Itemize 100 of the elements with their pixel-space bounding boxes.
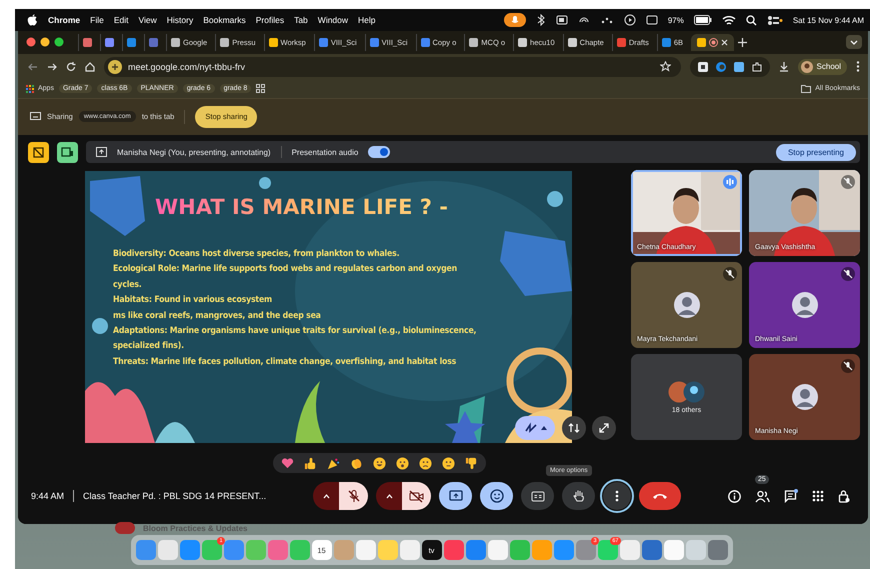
heart-reaction-icon[interactable]: [280, 456, 294, 470]
recording-icon: [709, 38, 718, 47]
app-menu[interactable]: Chrome: [48, 15, 80, 25]
close-icon[interactable]: [721, 38, 728, 46]
sad-reaction-icon[interactable]: [418, 456, 432, 470]
menu-item[interactable]: History: [166, 15, 194, 25]
avatar-icon: [674, 292, 700, 318]
thinking-reaction-icon[interactable]: [442, 456, 454, 470]
profile-button[interactable]: School: [798, 58, 847, 75]
lock-icon[interactable]: [838, 489, 850, 503]
menu-item[interactable]: View: [138, 15, 157, 25]
battery-icon[interactable]: [694, 15, 712, 25]
microphone-icon[interactable]: [504, 13, 526, 27]
captions-button[interactable]: [521, 482, 554, 510]
avatar-icon: [792, 292, 818, 318]
folder-icon: [801, 84, 812, 93]
forward-icon[interactable]: [47, 62, 57, 72]
menu-item[interactable]: Window: [318, 15, 348, 25]
present-icon: [96, 147, 107, 157]
site-info-icon[interactable]: [108, 60, 122, 74]
bluetooth-icon[interactable]: [536, 14, 546, 26]
surprised-reaction-icon[interactable]: [396, 456, 408, 470]
end-call-button[interactable]: [639, 482, 682, 510]
microphone-button[interactable]: [339, 482, 368, 510]
caret-icon: [386, 494, 393, 498]
reload-icon[interactable]: [66, 62, 76, 72]
avatars-icon: [668, 380, 706, 402]
thumbs-down-reaction-icon[interactable]: [464, 456, 478, 470]
slide-text: Ecological Role: Marine life supports food webs and regulates carbon and oxygen cycles.: [113, 263, 458, 292]
extension-icon[interactable]: [698, 62, 708, 72]
phone-icon: [652, 492, 668, 500]
scribble-icon: [524, 421, 538, 435]
keyboard-icon[interactable]: [646, 14, 658, 26]
microphone-off-icon: [346, 489, 361, 503]
slide-text: Threats: Marine life faces pollution, climate change, overfishing, and habitat loss: [113, 356, 458, 369]
more-options-button[interactable]: [603, 482, 632, 510]
avatar-icon: [792, 384, 818, 410]
raise-hand-button[interactable]: [562, 482, 596, 510]
wifi-icon[interactable]: [722, 14, 736, 26]
captions-icon: [530, 490, 545, 502]
menu-item[interactable]: Help: [358, 15, 376, 25]
grid-icon[interactable]: [256, 84, 266, 94]
device-button[interactable]: [57, 142, 78, 162]
menu-item[interactable]: Edit: [114, 15, 128, 25]
laugh-reaction-icon[interactable]: [372, 456, 386, 470]
download-icon[interactable]: [778, 62, 789, 72]
speaking-icon: [723, 175, 737, 189]
apple-logo-icon[interactable]: [27, 14, 38, 26]
camera-off-icon: [409, 490, 424, 502]
caret-icon: [322, 494, 330, 498]
fullscreen-button[interactable]: [592, 416, 616, 440]
audio-options-button[interactable]: [313, 482, 340, 510]
slide-text: ms like coral reefs, mangroves, and the deep sea: [113, 310, 322, 323]
audio-toggle[interactable]: [368, 146, 390, 158]
present-icon: [448, 490, 463, 502]
star-icon[interactable]: [660, 61, 671, 72]
address-bar[interactable]: meet.google.com/nyt-tbbu-frv: [104, 56, 681, 77]
thumbs-up-reaction-icon[interactable]: [304, 456, 316, 470]
menu-item[interactable]: Bookmarks: [203, 15, 246, 25]
chat-icon[interactable]: [784, 489, 798, 503]
clap-reaction-icon[interactable]: [350, 456, 362, 470]
menu-item[interactable]: Tab: [294, 15, 308, 25]
video-options-button[interactable]: [376, 482, 402, 510]
party-reaction-icon[interactable]: [326, 456, 340, 470]
meeting-time: 9:44 AM: [31, 491, 64, 501]
slide-text: Biodiversity: Oceans host diverse species, from plankton to whales.: [113, 248, 400, 261]
menu-item[interactable]: File: [90, 15, 104, 25]
dock-app[interactable]: [642, 540, 662, 560]
expand-icon: [598, 422, 610, 434]
people-icon[interactable]: [755, 490, 770, 502]
tab-search-icon[interactable]: [846, 35, 862, 50]
hide-annotations-button[interactable]: [28, 142, 49, 162]
stop-presenting-button[interactable]: Stop presenting: [776, 144, 856, 160]
control-center-icon[interactable]: [766, 14, 783, 26]
back-icon[interactable]: [28, 62, 38, 72]
clock: Sat 15 Nov 9:44 AM: [792, 16, 864, 24]
home-icon[interactable]: [85, 62, 95, 72]
battery-percentage: 97%: [668, 16, 684, 24]
window-icon[interactable]: [556, 14, 568, 26]
audio-label: Presentation audio: [292, 148, 358, 156]
swap-button[interactable]: [562, 416, 586, 440]
camera-button[interactable]: [402, 482, 432, 510]
menu-item[interactable]: Profiles: [256, 15, 284, 25]
screen-share-icon: [30, 112, 41, 122]
new-tab-icon[interactable]: [738, 38, 748, 47]
slide-text: Habitats: Found in various ecosystem: [113, 294, 273, 308]
puzzle-icon[interactable]: [752, 62, 762, 72]
apps-grid-icon: [26, 84, 34, 93]
emoji-button[interactable]: [480, 482, 514, 510]
play-icon[interactable]: [624, 14, 636, 26]
arrows-icon: [568, 422, 580, 434]
browser-tab[interactable]: [691, 34, 734, 51]
menu-icon[interactable]: [856, 61, 860, 72]
extension-icon[interactable]: [734, 62, 744, 72]
info-icon[interactable]: [728, 490, 742, 502]
present-button[interactable]: [439, 482, 472, 510]
presenter-label: Manisha Negi (You, presenting, annotating): [117, 148, 271, 156]
caret-icon: [540, 426, 546, 430]
search-icon[interactable]: [746, 14, 757, 26]
apps-icon[interactable]: [812, 490, 824, 502]
